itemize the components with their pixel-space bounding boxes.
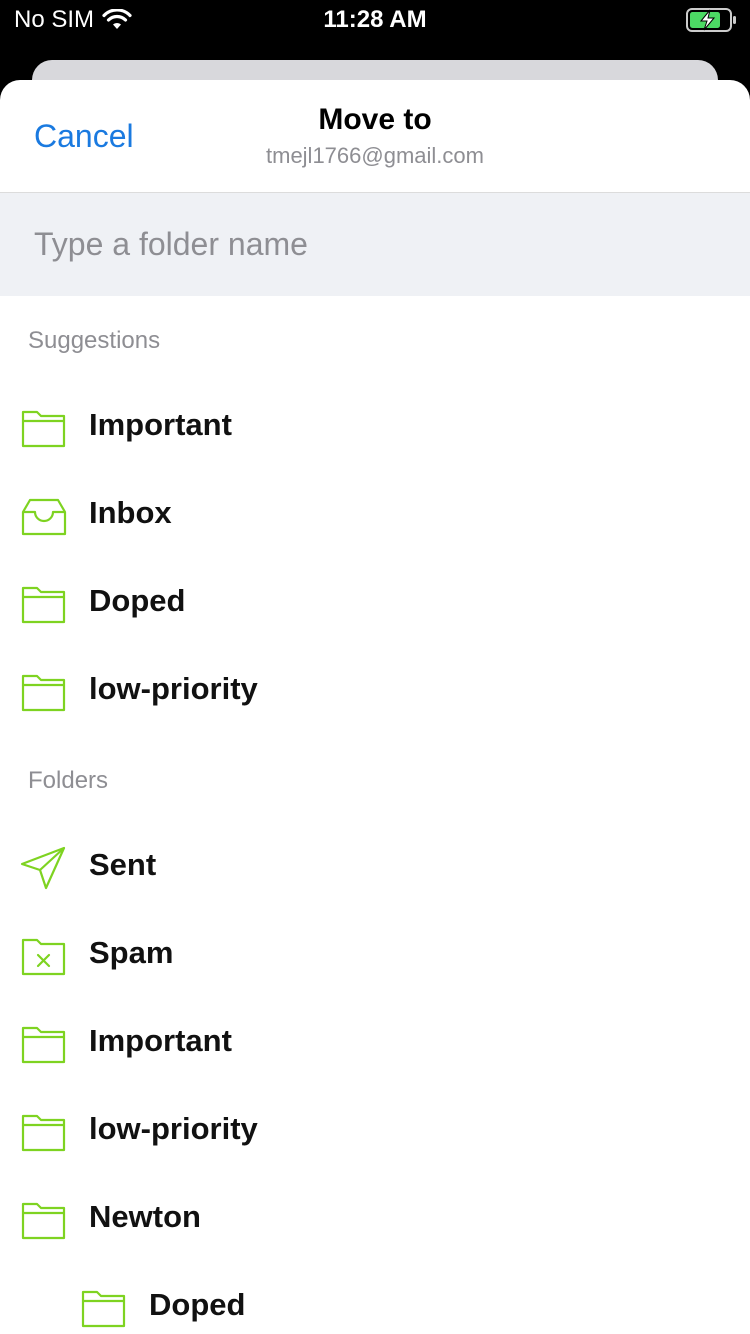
row-label: low-priority — [89, 671, 258, 706]
folder-row-important[interactable]: Important — [0, 998, 750, 1086]
row-label: Important — [89, 407, 232, 442]
folder-icon — [21, 410, 66, 448]
search-bar — [0, 193, 750, 296]
spam-folder-icon — [21, 938, 66, 976]
page-title: Move to — [318, 103, 432, 136]
section-header-folders: Folders — [28, 767, 109, 794]
nav-bar: Cancel Move to tmejl1766@gmail.com — [0, 80, 750, 193]
suggestion-row-doped[interactable]: Doped — [0, 558, 750, 646]
folder-icon — [21, 586, 66, 624]
suggestion-row-inbox[interactable]: Inbox — [0, 470, 750, 558]
screen: No SIM 11:28 AM Cancel Move to tmejl1766… — [0, 0, 750, 1334]
folder-row-sent[interactable]: Sent — [0, 822, 750, 910]
status-bar: No SIM 11:28 AM — [0, 0, 750, 40]
folder-icon — [81, 1290, 126, 1328]
folder-row-newton[interactable]: Newton — [0, 1174, 750, 1262]
folder-icon — [21, 1026, 66, 1064]
row-label: low-priority — [89, 1111, 258, 1146]
row-label: Inbox — [89, 495, 172, 530]
row-label: Sent — [89, 847, 157, 882]
row-label: Important — [89, 1023, 232, 1058]
account-email: tmejl1766@gmail.com — [266, 143, 484, 168]
battery-charging-icon — [686, 8, 736, 32]
move-to-sheet: Cancel Move to tmejl1766@gmail.com Sugge… — [0, 80, 750, 1334]
folder-row-low-priority[interactable]: low-priority — [0, 1086, 750, 1174]
paper-plane-icon — [20, 846, 66, 890]
folder-row-newton-doped[interactable]: Doped — [0, 1262, 750, 1334]
inbox-icon — [21, 498, 67, 536]
folder-search-input[interactable] — [34, 221, 714, 267]
folder-row-spam[interactable]: Spam — [0, 910, 750, 998]
folder-icon — [21, 1202, 66, 1240]
suggestion-row-low-priority[interactable]: low-priority — [0, 646, 750, 734]
section-header-suggestions: Suggestions — [28, 327, 161, 354]
row-label: Spam — [89, 935, 174, 970]
folder-icon — [21, 1114, 66, 1152]
suggestion-row-important[interactable]: Important — [0, 382, 750, 470]
row-label: Doped — [149, 1287, 246, 1322]
row-label: Newton — [89, 1199, 201, 1234]
row-label: Doped — [89, 583, 186, 618]
status-time: 11:28 AM — [323, 6, 427, 33]
folder-icon — [21, 674, 66, 712]
